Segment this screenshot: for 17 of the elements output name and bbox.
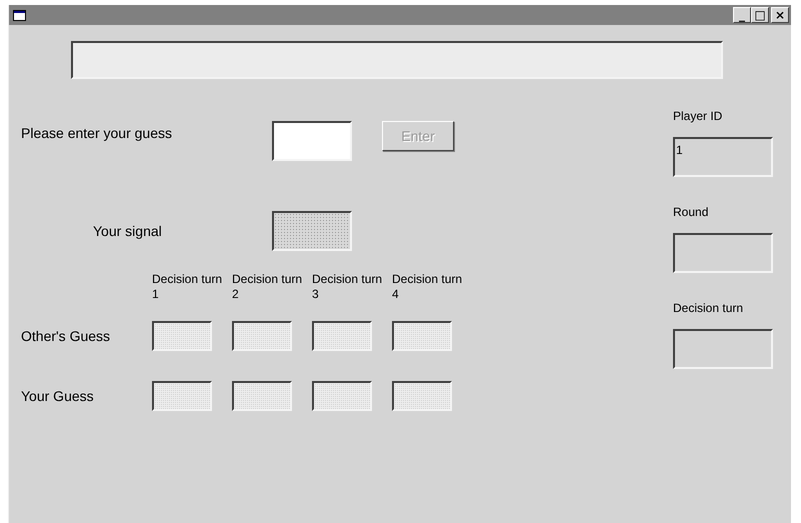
minimize-button[interactable]: _	[733, 7, 751, 23]
signal-label: Your signal	[92, 223, 163, 239]
field-label: Player ID	[673, 109, 724, 123]
column-header: Decision turn 1	[152, 272, 224, 302]
field-label: Round	[673, 205, 710, 219]
column-header: Decision turn 3	[312, 272, 384, 302]
maximize-button[interactable]: □	[751, 7, 769, 23]
field-label: Decision turn	[673, 301, 744, 315]
row-label: Your Guess	[21, 388, 95, 404]
close-button[interactable]: ×	[771, 7, 789, 23]
column-header: Decision turn 4	[392, 272, 464, 302]
guess-prompt: Please enter your guess	[21, 125, 173, 141]
column-header: Decision turn 2	[232, 272, 304, 302]
window-icon	[13, 10, 26, 20]
info-field: 1	[673, 137, 773, 177]
row-label: Other's Guess	[21, 328, 112, 344]
guess-input-field[interactable]	[272, 121, 352, 161]
